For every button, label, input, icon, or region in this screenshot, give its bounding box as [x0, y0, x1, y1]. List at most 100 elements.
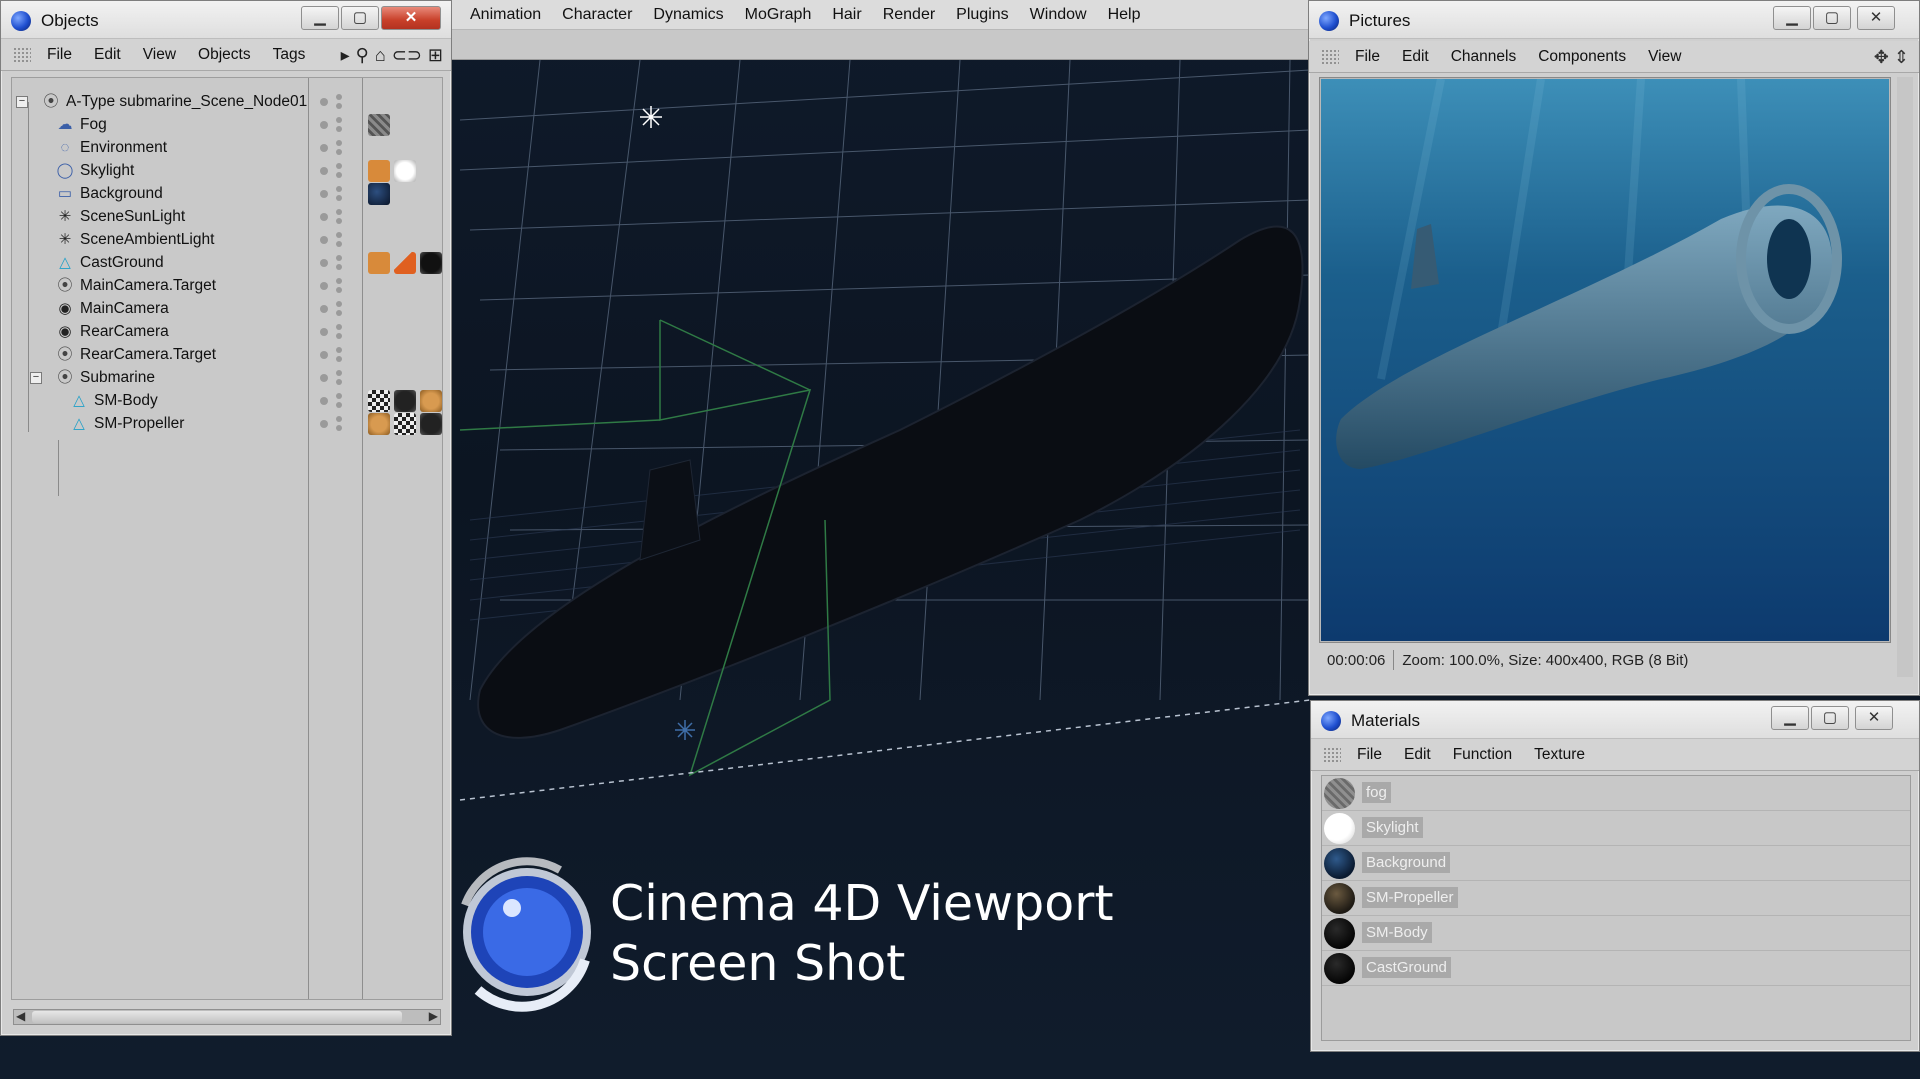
material-name[interactable]: CastGround [1362, 957, 1451, 978]
pictures-menu-edit[interactable]: Edit [1402, 48, 1429, 66]
visibility-dots[interactable] [312, 115, 352, 135]
menu-window[interactable]: Window [1030, 6, 1087, 24]
minimize-button[interactable]: ▁ [1771, 706, 1809, 730]
material-swatch-icon[interactable] [1324, 813, 1355, 844]
search-icon[interactable]: ⚲ [356, 45, 369, 66]
menu-mograph[interactable]: MoGraph [745, 6, 812, 24]
tag-icon[interactable] [420, 413, 442, 435]
materials-menu-edit[interactable]: Edit [1404, 746, 1431, 764]
pictures-menu-view[interactable]: View [1648, 48, 1681, 66]
visibility-dots[interactable] [312, 207, 352, 227]
material-name[interactable]: Skylight [1362, 817, 1423, 838]
maximize-button[interactable]: ▢ [1811, 706, 1849, 730]
material-swatch-icon[interactable] [1324, 778, 1355, 809]
tag-icon[interactable] [368, 160, 390, 182]
visibility-dots[interactable] [312, 161, 352, 181]
visibility-dots[interactable] [312, 322, 352, 342]
link-icon[interactable]: ⊂⊃ [392, 45, 422, 66]
minimize-button[interactable]: ▁ [301, 6, 339, 30]
new-window-icon[interactable]: ⊞ [428, 45, 443, 66]
collapse-toggle[interactable]: − [16, 96, 28, 108]
minimize-button[interactable]: ▁ [1773, 6, 1811, 30]
rendered-image[interactable] [1321, 79, 1889, 641]
tag-icon[interactable] [394, 252, 416, 274]
pictures-menu-components[interactable]: Components [1538, 48, 1626, 66]
maximize-button[interactable]: ▢ [341, 6, 379, 30]
pictures-vertical-scrollbar[interactable] [1897, 77, 1913, 677]
tag-icon[interactable] [368, 114, 390, 136]
objects-menu-view[interactable]: View [143, 46, 176, 64]
visibility-dots[interactable] [312, 253, 352, 273]
pictures-menu-file[interactable]: File [1355, 48, 1380, 66]
material-name[interactable]: Background [1362, 852, 1451, 873]
material-row[interactable]: fog [1322, 776, 1910, 811]
materials-menu-texture[interactable]: Texture [1534, 746, 1585, 764]
menu-animation[interactable]: Animation [470, 6, 541, 24]
object-name[interactable]: A-Type submarine_Scene_Node01 [66, 93, 307, 111]
object-name[interactable]: MainCamera [80, 300, 169, 318]
object-name[interactable]: CastGround [80, 254, 164, 272]
grip-icon[interactable] [1323, 747, 1341, 763]
grip-icon[interactable] [13, 47, 31, 63]
material-swatch-icon[interactable] [1324, 918, 1355, 949]
materials-menu-file[interactable]: File [1357, 746, 1382, 764]
object-name[interactable]: Fog [80, 116, 107, 134]
object-name[interactable]: RearCamera [80, 323, 169, 341]
object-name[interactable]: MainCamera.Target [80, 277, 216, 295]
tag-icon[interactable] [394, 160, 416, 182]
tag-icon[interactable] [368, 390, 390, 412]
materials-menu-function[interactable]: Function [1453, 746, 1512, 764]
submarine-silhouette[interactable] [477, 225, 1304, 739]
visibility-dots[interactable] [312, 368, 352, 388]
object-name[interactable]: SceneSunLight [80, 208, 185, 226]
menu-render[interactable]: Render [883, 6, 935, 24]
visibility-dots[interactable] [312, 184, 352, 204]
object-name[interactable]: Skylight [80, 162, 134, 180]
object-name[interactable]: Environment [80, 139, 167, 157]
zoom-arrow-icon[interactable]: ⇕ [1894, 47, 1909, 67]
tag-icon[interactable] [394, 413, 416, 435]
object-name[interactable]: SM-Propeller [94, 415, 184, 433]
tag-icon[interactable] [368, 413, 390, 435]
material-row[interactable]: SM-Body [1322, 916, 1910, 951]
object-name[interactable]: Background [80, 185, 163, 203]
collapse-toggle[interactable]: − [30, 372, 42, 384]
tag-icon[interactable] [420, 252, 442, 274]
materials-titlebar[interactable]: Materials ▁ ▢ ✕ [1311, 701, 1919, 739]
maximize-button[interactable]: ▢ [1813, 6, 1851, 30]
grip-icon[interactable] [1321, 49, 1339, 65]
pictures-menu-channels[interactable]: Channels [1451, 48, 1517, 66]
close-button[interactable]: ✕ [381, 6, 441, 30]
tag-icon[interactable] [368, 183, 390, 205]
visibility-dots[interactable] [312, 391, 352, 411]
object-name[interactable]: RearCamera.Target [80, 346, 216, 364]
object-name[interactable]: Submarine [80, 369, 155, 387]
objects-menu-objects[interactable]: Objects [198, 46, 251, 64]
visibility-dots[interactable] [312, 92, 352, 112]
visibility-dots[interactable] [312, 299, 352, 319]
object-name[interactable]: SM-Body [94, 392, 158, 410]
light-gizmo[interactable] [640, 106, 662, 128]
objects-menu-tags[interactable]: Tags [273, 46, 306, 64]
material-name[interactable]: SM-Propeller [1362, 887, 1458, 908]
scrollbar-thumb[interactable] [32, 1011, 402, 1023]
menu-plugins[interactable]: Plugins [956, 6, 1008, 24]
visibility-dots[interactable] [312, 230, 352, 250]
arrow-right-icon[interactable]: ▸ [341, 45, 350, 66]
ambient-light-gizmo[interactable] [675, 720, 695, 740]
visibility-dots[interactable] [312, 138, 352, 158]
menu-dynamics[interactable]: Dynamics [653, 6, 723, 24]
menu-character[interactable]: Character [562, 6, 632, 24]
material-name[interactable]: fog [1362, 782, 1391, 803]
objects-horizontal-scrollbar[interactable]: ◀ ▶ [13, 1009, 441, 1025]
material-swatch-icon[interactable] [1324, 953, 1355, 984]
material-row[interactable]: Background [1322, 846, 1910, 881]
tag-icon[interactable] [368, 252, 390, 274]
close-button[interactable]: ✕ [1855, 706, 1893, 730]
tag-icon[interactable] [394, 390, 416, 412]
pictures-titlebar[interactable]: Pictures ▁ ▢ ✕ [1309, 1, 1919, 39]
close-button[interactable]: ✕ [1857, 6, 1895, 30]
objects-menu-edit[interactable]: Edit [94, 46, 121, 64]
scroll-left-icon[interactable]: ◀ [16, 1009, 25, 1023]
visibility-dots[interactable] [312, 276, 352, 296]
